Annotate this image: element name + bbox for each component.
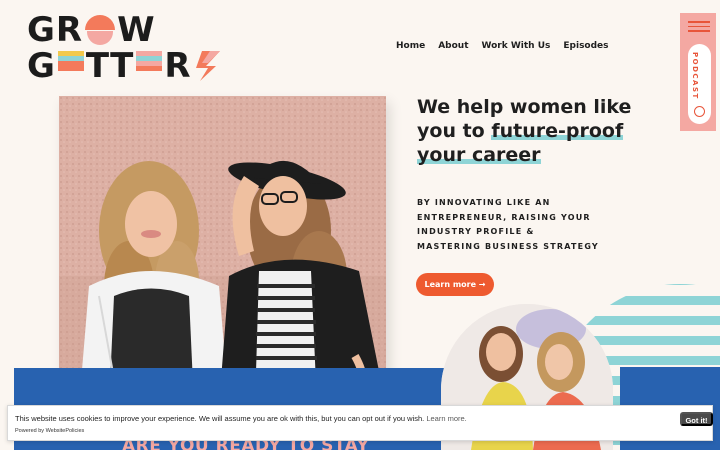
site-logo[interactable]: G R W G T T R: [27, 13, 237, 83]
cookie-message-text: This website uses cookies to improve you…: [15, 414, 425, 423]
cookie-message: This website uses cookies to improve you…: [15, 414, 467, 423]
hero-headline: We help women like you to future-proof y…: [417, 95, 647, 167]
logo-s-bolt-icon: [195, 51, 220, 81]
logo-letter: T: [85, 46, 111, 86]
logo-letter: G: [27, 10, 56, 50]
subheading-line: MASTERING BUSINESS STRATEGY: [417, 241, 599, 251]
logo-letter: R: [164, 46, 192, 86]
hero-subheading: BY INNOVATING LIKE AN ENTREPRENEUR, RAIS…: [417, 196, 599, 254]
podcast-label: PODCAST: [691, 52, 699, 100]
logo-letter: R: [55, 10, 84, 50]
logo-letter: T: [110, 46, 135, 86]
logo-o-shape: [85, 15, 116, 45]
subheading-line: BY INNOVATING LIKE AN: [417, 198, 551, 207]
headline-highlight: your career: [417, 144, 541, 166]
nav-home[interactable]: Home: [396, 41, 425, 51]
subheading-line: ENTREPRENEUR, RAISING YOUR: [417, 212, 591, 222]
headline-line: We help women like: [417, 96, 632, 118]
nav-work-with-us[interactable]: Work With Us: [482, 41, 551, 51]
cookie-powered-by[interactable]: Powered by WebsitePolicies: [15, 428, 84, 434]
logo-e-stripes: [136, 51, 163, 81]
headline-line: your career: [417, 143, 647, 167]
main-nav: Home About Work With Us Episodes: [396, 41, 609, 51]
headline-highlight: future-proof: [491, 120, 624, 142]
nav-episodes[interactable]: Episodes: [563, 41, 608, 51]
hero-photo-illustration: [59, 96, 386, 406]
cookie-banner: This website uses cookies to improve you…: [7, 405, 713, 441]
logo-row-grow: G R W: [27, 13, 156, 47]
logo-letter: W: [117, 10, 156, 50]
logo-e-stripes: [57, 51, 84, 81]
hero-photo: [59, 96, 386, 406]
podcast-icon: [694, 106, 705, 117]
side-tab: PODCAST: [680, 13, 716, 131]
podcast-button[interactable]: PODCAST: [688, 44, 711, 124]
cookie-accept-button[interactable]: Got it!: [680, 412, 713, 426]
subheading-line: INDUSTRY PROFILE &: [417, 227, 535, 236]
nav-about[interactable]: About: [438, 41, 468, 51]
logo-row-getters: G T T R: [27, 49, 220, 83]
headline-text: you to: [417, 120, 492, 142]
hamburger-icon[interactable]: [688, 21, 710, 35]
cookie-learn-more-link[interactable]: Learn more.: [426, 414, 466, 423]
headline-line: you to future-proof: [417, 119, 647, 143]
learn-more-button[interactable]: Learn more →: [416, 273, 494, 296]
logo-letter: G: [27, 46, 56, 86]
